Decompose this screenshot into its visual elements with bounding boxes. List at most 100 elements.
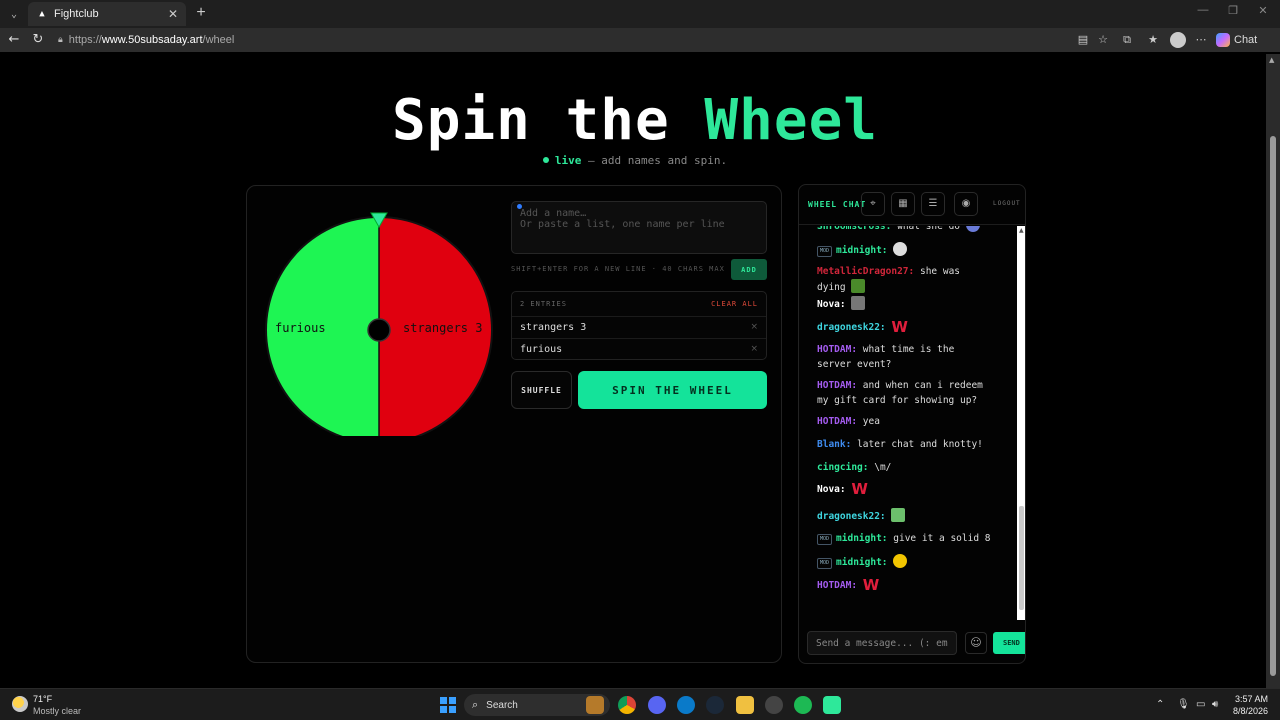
chat-message: HOTDAM: yea xyxy=(817,414,992,429)
search-icon: ⌕ xyxy=(472,698,479,711)
refresh-icon[interactable]: ↻ xyxy=(30,32,46,48)
remove-entry-icon[interactable]: × xyxy=(750,322,758,332)
chat-username[interactable]: HOTDAM: xyxy=(817,416,857,427)
page-scrollbar-thumb[interactable] xyxy=(1270,136,1276,676)
microphone-icon[interactable]: 🎙︎ xyxy=(1177,699,1190,710)
chat-scrollbar[interactable]: ▲ xyxy=(1017,226,1025,620)
extensions-icon[interactable]: ⧉ xyxy=(1120,33,1134,47)
chat-username[interactable]: midnight: xyxy=(836,533,887,544)
wheel[interactable]: furious strangers 3 xyxy=(263,200,495,436)
add-button[interactable]: ADD xyxy=(731,259,767,280)
lock-icon[interactable]: 🔒︎ xyxy=(58,35,63,45)
chat-username[interactable]: cingcing: xyxy=(817,462,868,473)
chat-username[interactable]: midnight: xyxy=(836,245,887,256)
spotify-icon[interactable] xyxy=(794,696,812,714)
new-tab-button[interactable]: + xyxy=(192,4,210,22)
app-icon[interactable] xyxy=(823,696,841,714)
chat-username[interactable]: Nova: xyxy=(817,484,846,495)
page-scrollbar[interactable]: ▲ xyxy=(1266,54,1280,688)
chat-text: what she do xyxy=(897,226,961,232)
chat-message: dragonesk22: W xyxy=(817,320,992,335)
chat-username[interactable]: Blank: xyxy=(817,439,851,450)
chrome-icon[interactable] xyxy=(618,696,636,714)
more-icon[interactable]: ⋯ xyxy=(1194,33,1208,47)
taskbar: 71°F Mostly clear ⌕ Search ⌃ 🎙︎ ▭ 🔊︎ 3:5… xyxy=(0,688,1280,720)
reader-icon[interactable]: ▤ xyxy=(1076,33,1090,47)
tab-title: Fightclub xyxy=(54,8,99,20)
chat-username[interactable]: HOTDAM: xyxy=(817,580,857,591)
copilot-icon xyxy=(1216,33,1230,47)
wheel-graphic[interactable] xyxy=(263,200,495,436)
spin-button[interactable]: SPIN THE WHEEL xyxy=(578,371,767,409)
chat-message: MOD midnight: xyxy=(817,554,992,570)
scroll-up-icon[interactable]: ▲ xyxy=(1269,56,1274,64)
chat-username[interactable]: dragonesk22: xyxy=(817,322,886,333)
obs-icon[interactable] xyxy=(765,696,783,714)
emoji-icon[interactable]: ☺ xyxy=(965,632,987,654)
tray-chevron-icon[interactable]: ⌃ xyxy=(1156,699,1164,710)
chat-title: WHEEL CHAT xyxy=(808,200,867,209)
crosshair-icon[interactable]: ⌖ xyxy=(861,192,885,216)
search-highlight-icon xyxy=(586,696,604,714)
page-subtitle: live — add names and spin. xyxy=(4,154,1266,167)
chat-message: HOTDAM: W xyxy=(817,578,992,593)
browser-tab[interactable]: ▲ Fightclub ✕ xyxy=(28,2,186,26)
chat-username[interactable]: dragonesk22: xyxy=(817,511,886,522)
send-button[interactable]: SEND xyxy=(993,632,1025,654)
list-item: strangers 3 × xyxy=(512,316,766,338)
input-hint: SHIFT+ENTER FOR A NEW LINE · 40 CHARS MA… xyxy=(511,265,725,273)
chat-username[interactable]: HOTDAM: xyxy=(817,380,857,391)
moon-emote xyxy=(893,242,908,256)
chat-username[interactable]: ShroomsCross: xyxy=(817,226,891,232)
w-emote: W xyxy=(891,318,908,336)
weather-icon[interactable] xyxy=(12,696,28,712)
shades-emote xyxy=(893,554,908,568)
browser-toolbar: ← ↻ 🔒︎ https://www.50subsaday.art/wheel … xyxy=(0,28,1280,52)
chat-scrollbar-thumb[interactable] xyxy=(1019,506,1024,610)
mod-badge: MOD xyxy=(817,534,833,545)
favorites-icon[interactable]: ★ xyxy=(1146,33,1160,47)
name-input[interactable] xyxy=(511,201,767,254)
maximize-icon[interactable]: ❐ xyxy=(1218,4,1248,17)
input-indicator-dot xyxy=(517,204,522,209)
chat-username[interactable]: HOTDAM: xyxy=(817,344,857,355)
discord-icon[interactable] xyxy=(648,696,666,714)
clock-date: 8/8/2026 xyxy=(1232,706,1268,716)
favorite-icon[interactable]: ☆ xyxy=(1096,33,1110,47)
tab-list-chevron-icon[interactable]: ⌄ xyxy=(4,4,24,24)
broadcast-icon[interactable]: ◉ xyxy=(954,192,978,216)
chat-username[interactable]: MetallicDragon27: xyxy=(817,266,914,277)
profile-icon[interactable] xyxy=(1170,32,1186,48)
shuffle-button[interactable]: SHUFFLE xyxy=(511,371,572,409)
close-window-icon[interactable]: ✕ xyxy=(1248,4,1278,17)
chat-text: yea xyxy=(862,416,880,427)
entry-name: furious xyxy=(520,344,563,355)
chat-header: WHEEL CHAT ⌖ ▦ ☰ ◉ LOGOUT xyxy=(799,185,1025,225)
money-emote xyxy=(891,508,906,522)
wheel-hub xyxy=(367,318,391,342)
windows-start-icon[interactable] xyxy=(440,697,456,713)
chat-text: \m/ xyxy=(874,462,892,473)
chat-text: later chat and knotty! xyxy=(857,439,983,450)
tab-close-icon[interactable]: ✕ xyxy=(168,7,178,21)
chat-username[interactable]: midnight: xyxy=(836,557,887,568)
database-icon[interactable]: ☰ xyxy=(921,192,945,216)
chat-username[interactable]: Nova: xyxy=(817,299,846,310)
address-bar[interactable]: 🔒︎ https://www.50subsaday.art/wheel xyxy=(52,30,1072,50)
back-icon[interactable]: ← xyxy=(6,32,22,48)
chat-message: Nova: W xyxy=(817,482,992,497)
clear-all-button[interactable]: CLEAR ALL xyxy=(711,300,758,308)
scroll-up-icon[interactable]: ▲ xyxy=(1019,227,1024,234)
minimize-icon[interactable]: — xyxy=(1188,4,1218,16)
steam-icon[interactable] xyxy=(706,696,724,714)
logout-button[interactable]: LOGOUT xyxy=(993,200,1021,207)
url-text: https://www.50subsaday.art/wheel xyxy=(68,34,235,46)
store-icon[interactable]: ▦ xyxy=(891,192,915,216)
remove-entry-icon[interactable]: × xyxy=(750,344,758,354)
chat-message-input[interactable] xyxy=(807,631,957,655)
edge-icon[interactable] xyxy=(677,696,695,714)
file-explorer-icon[interactable] xyxy=(736,696,754,714)
copilot-chat-button[interactable]: Chat xyxy=(1216,31,1257,49)
volume-icon[interactable]: 🔊︎ xyxy=(1212,699,1218,710)
network-icon[interactable]: ▭ xyxy=(1196,699,1205,710)
